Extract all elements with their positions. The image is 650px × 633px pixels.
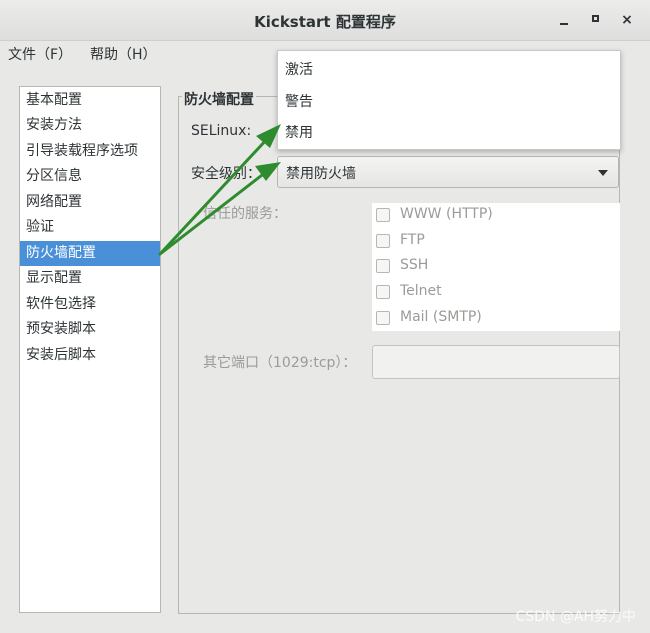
service-label: Telnet [400, 283, 442, 299]
close-icon[interactable]: × [617, 10, 637, 30]
menu-help[interactable]: 帮助（H） [90, 44, 157, 64]
service-label: WWW (HTTP) [400, 206, 493, 222]
watermark: CSDN @AH努力中 [515, 609, 636, 625]
minimize-icon[interactable] [554, 10, 574, 30]
other-ports-input[interactable] [372, 345, 620, 379]
trusted-services-label: 信任的服务： [203, 206, 287, 222]
security-level-label: 安全级别： [191, 166, 261, 182]
title-bar: Kickstart 配置程序 × [0, 0, 650, 41]
window-title: Kickstart 配置程序 [254, 13, 396, 31]
menu-file[interactable]: 文件（F） [8, 44, 72, 64]
sidebar-item-install-method[interactable]: 安装方法 [20, 113, 160, 138]
trusted-services-list: WWW (HTTP) FTP SSH Telnet Mail (SMTP) [372, 203, 620, 331]
service-checkbox-mail[interactable] [376, 311, 390, 325]
sidebar: 基本配置 安装方法 引导装载程序选项 分区信息 网络配置 验证 防火墙配置 显示… [19, 86, 161, 613]
selinux-dropdown-menu: 激活 警告 禁用 [277, 50, 621, 150]
service-label: SSH [400, 257, 429, 273]
selinux-option-permissive[interactable]: 警告 [285, 91, 313, 111]
sidebar-item-partition[interactable]: 分区信息 [20, 164, 160, 189]
security-level-combo[interactable]: 禁用防火墙 [277, 156, 619, 188]
service-checkbox-telnet[interactable] [376, 285, 390, 299]
sidebar-item-display[interactable]: 显示配置 [20, 266, 160, 291]
selinux-option-enforcing[interactable]: 激活 [285, 59, 313, 79]
sidebar-item-network[interactable]: 网络配置 [20, 190, 160, 215]
sidebar-item-packages[interactable]: 软件包选择 [20, 292, 160, 317]
other-ports-label: 其它端口（1029:tcp）： [203, 355, 357, 371]
sidebar-item-firewall[interactable]: 防火墙配置 [20, 241, 160, 266]
selinux-option-disabled[interactable]: 禁用 [285, 122, 313, 142]
selinux-label: SELinux: [191, 123, 252, 139]
sidebar-item-pre-script[interactable]: 预安装脚本 [20, 317, 160, 342]
security-level-value: 禁用防火墙 [286, 166, 356, 182]
sidebar-item-auth[interactable]: 验证 [20, 215, 160, 240]
service-label: Mail (SMTP) [400, 309, 482, 325]
section-title: 防火墙配置 [182, 89, 256, 109]
service-checkbox-http[interactable] [376, 208, 390, 222]
sidebar-item-post-script[interactable]: 安装后脚本 [20, 343, 160, 368]
service-checkbox-ftp[interactable] [376, 234, 390, 248]
chevron-down-icon [598, 170, 608, 176]
maximize-icon[interactable] [585, 10, 605, 30]
sidebar-item-bootloader[interactable]: 引导装载程序选项 [20, 139, 160, 164]
service-checkbox-ssh[interactable] [376, 259, 390, 273]
service-label: FTP [400, 232, 425, 248]
sidebar-item-basic[interactable]: 基本配置 [20, 88, 160, 113]
